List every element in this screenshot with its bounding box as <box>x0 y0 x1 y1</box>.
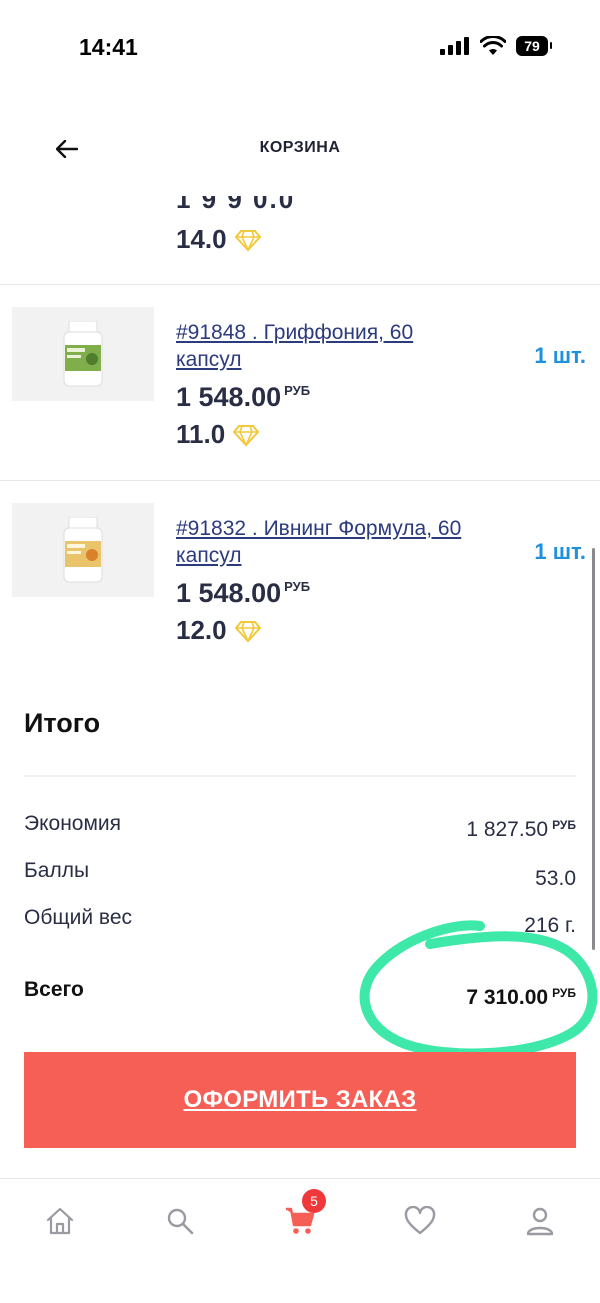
savings-value-group: 1 827.50 РУБ <box>466 818 576 842</box>
weight-label: Общий вес <box>24 906 133 929</box>
header: КОРЗИНА <box>0 120 600 176</box>
divider <box>0 284 600 285</box>
summary-title: Итого <box>24 708 101 738</box>
price-currency: РУБ <box>284 383 311 398</box>
total-row: Всего 7 310.00 РУБ <box>24 978 576 1010</box>
checkout-button[interactable]: ОФОРМИТЬ ЗАКАЗ <box>24 1052 576 1148</box>
price-value: 1 548.00 <box>176 578 282 608</box>
scrollbar[interactable] <box>592 548 595 950</box>
page-title: КОРЗИНА <box>259 139 341 156</box>
points-value: 11.0 <box>176 419 226 449</box>
signal-icon <box>440 37 469 55</box>
status-icons: 79 <box>440 36 552 56</box>
price-value: 1 548.00 <box>176 382 282 412</box>
tab-favorites[interactable] <box>400 1201 440 1241</box>
product-points: 11.0 <box>176 419 260 450</box>
bottom-tab-bar: 5 <box>0 1178 600 1303</box>
partial-price-fragment: 1 9 9 0.0 0 <box>176 196 296 214</box>
wifi-icon <box>480 36 506 55</box>
cart-item: #91848 . Гриффония, 60 капсул 1 548.00 Р… <box>0 286 600 456</box>
quantity-label[interactable]: 1 шт. <box>534 539 586 565</box>
points-value: 12.0 <box>176 615 227 645</box>
tab-profile[interactable] <box>520 1201 560 1241</box>
total-label: Всего <box>24 978 84 1001</box>
supplement-bottle-image <box>63 321 103 387</box>
tab-cart[interactable]: 5 <box>280 1189 326 1241</box>
tab-home[interactable] <box>40 1201 80 1241</box>
battery-indicator: 79 <box>516 36 552 56</box>
weight-value: 216 г. <box>524 914 576 937</box>
product-points: 12.0 <box>176 615 261 646</box>
total-value-group: 7 310.00 РУБ <box>466 986 576 1010</box>
search-icon <box>167 1208 194 1235</box>
status-time: 14:41 <box>79 34 138 60</box>
product-image[interactable] <box>12 503 154 597</box>
product-price: 1 548.00 РУБ <box>176 382 310 413</box>
price-currency: РУБ <box>284 579 311 594</box>
status-bar: 14:41 79 <box>0 0 600 96</box>
product-link[interactable]: #91848 . Гриффония, 60 капсул <box>176 319 476 373</box>
total-value: 7 310.00 <box>466 986 549 1009</box>
user-icon <box>526 1207 554 1236</box>
quantity-label[interactable]: 1 шт. <box>534 343 586 369</box>
points-value: 14.0 <box>176 224 227 254</box>
product-price: 1 548.00 РУБ <box>176 578 310 609</box>
total-currency: РУБ <box>552 986 576 1000</box>
tab-search[interactable] <box>160 1201 200 1241</box>
diamond-icon <box>234 229 261 252</box>
savings-value: 1 827.50 <box>466 818 549 841</box>
points-total: 53.0 <box>535 867 576 890</box>
cart-count-badge: 5 <box>302 1189 326 1213</box>
product-link[interactable]: #91832 . Ивнинг Формула, 60 капсул <box>176 515 476 569</box>
cart-item: #91832 . Ивнинг Формула, 60 капсул 1 548… <box>0 482 600 652</box>
summary-divider <box>24 775 576 777</box>
savings-label: Экономия <box>24 812 122 835</box>
savings-currency: РУБ <box>552 818 576 832</box>
supplement-bottle-image <box>63 517 103 583</box>
divider <box>0 480 600 481</box>
product-image[interactable] <box>12 307 154 401</box>
points-row: Баллы 53.0 <box>24 859 576 891</box>
checkout-button-label: ОФОРМИТЬ ЗАКАЗ <box>183 1086 417 1113</box>
partial-item-points: 14.0 <box>176 224 261 255</box>
points-label: Баллы <box>24 859 90 882</box>
heart-icon <box>404 1206 436 1235</box>
weight-row: Общий вес 216 г. <box>24 906 576 938</box>
diamond-icon <box>233 424 260 447</box>
savings-row: Экономия 1 827.50 РУБ <box>24 812 576 842</box>
diamond-icon <box>234 620 261 643</box>
home-icon <box>46 1207 74 1235</box>
